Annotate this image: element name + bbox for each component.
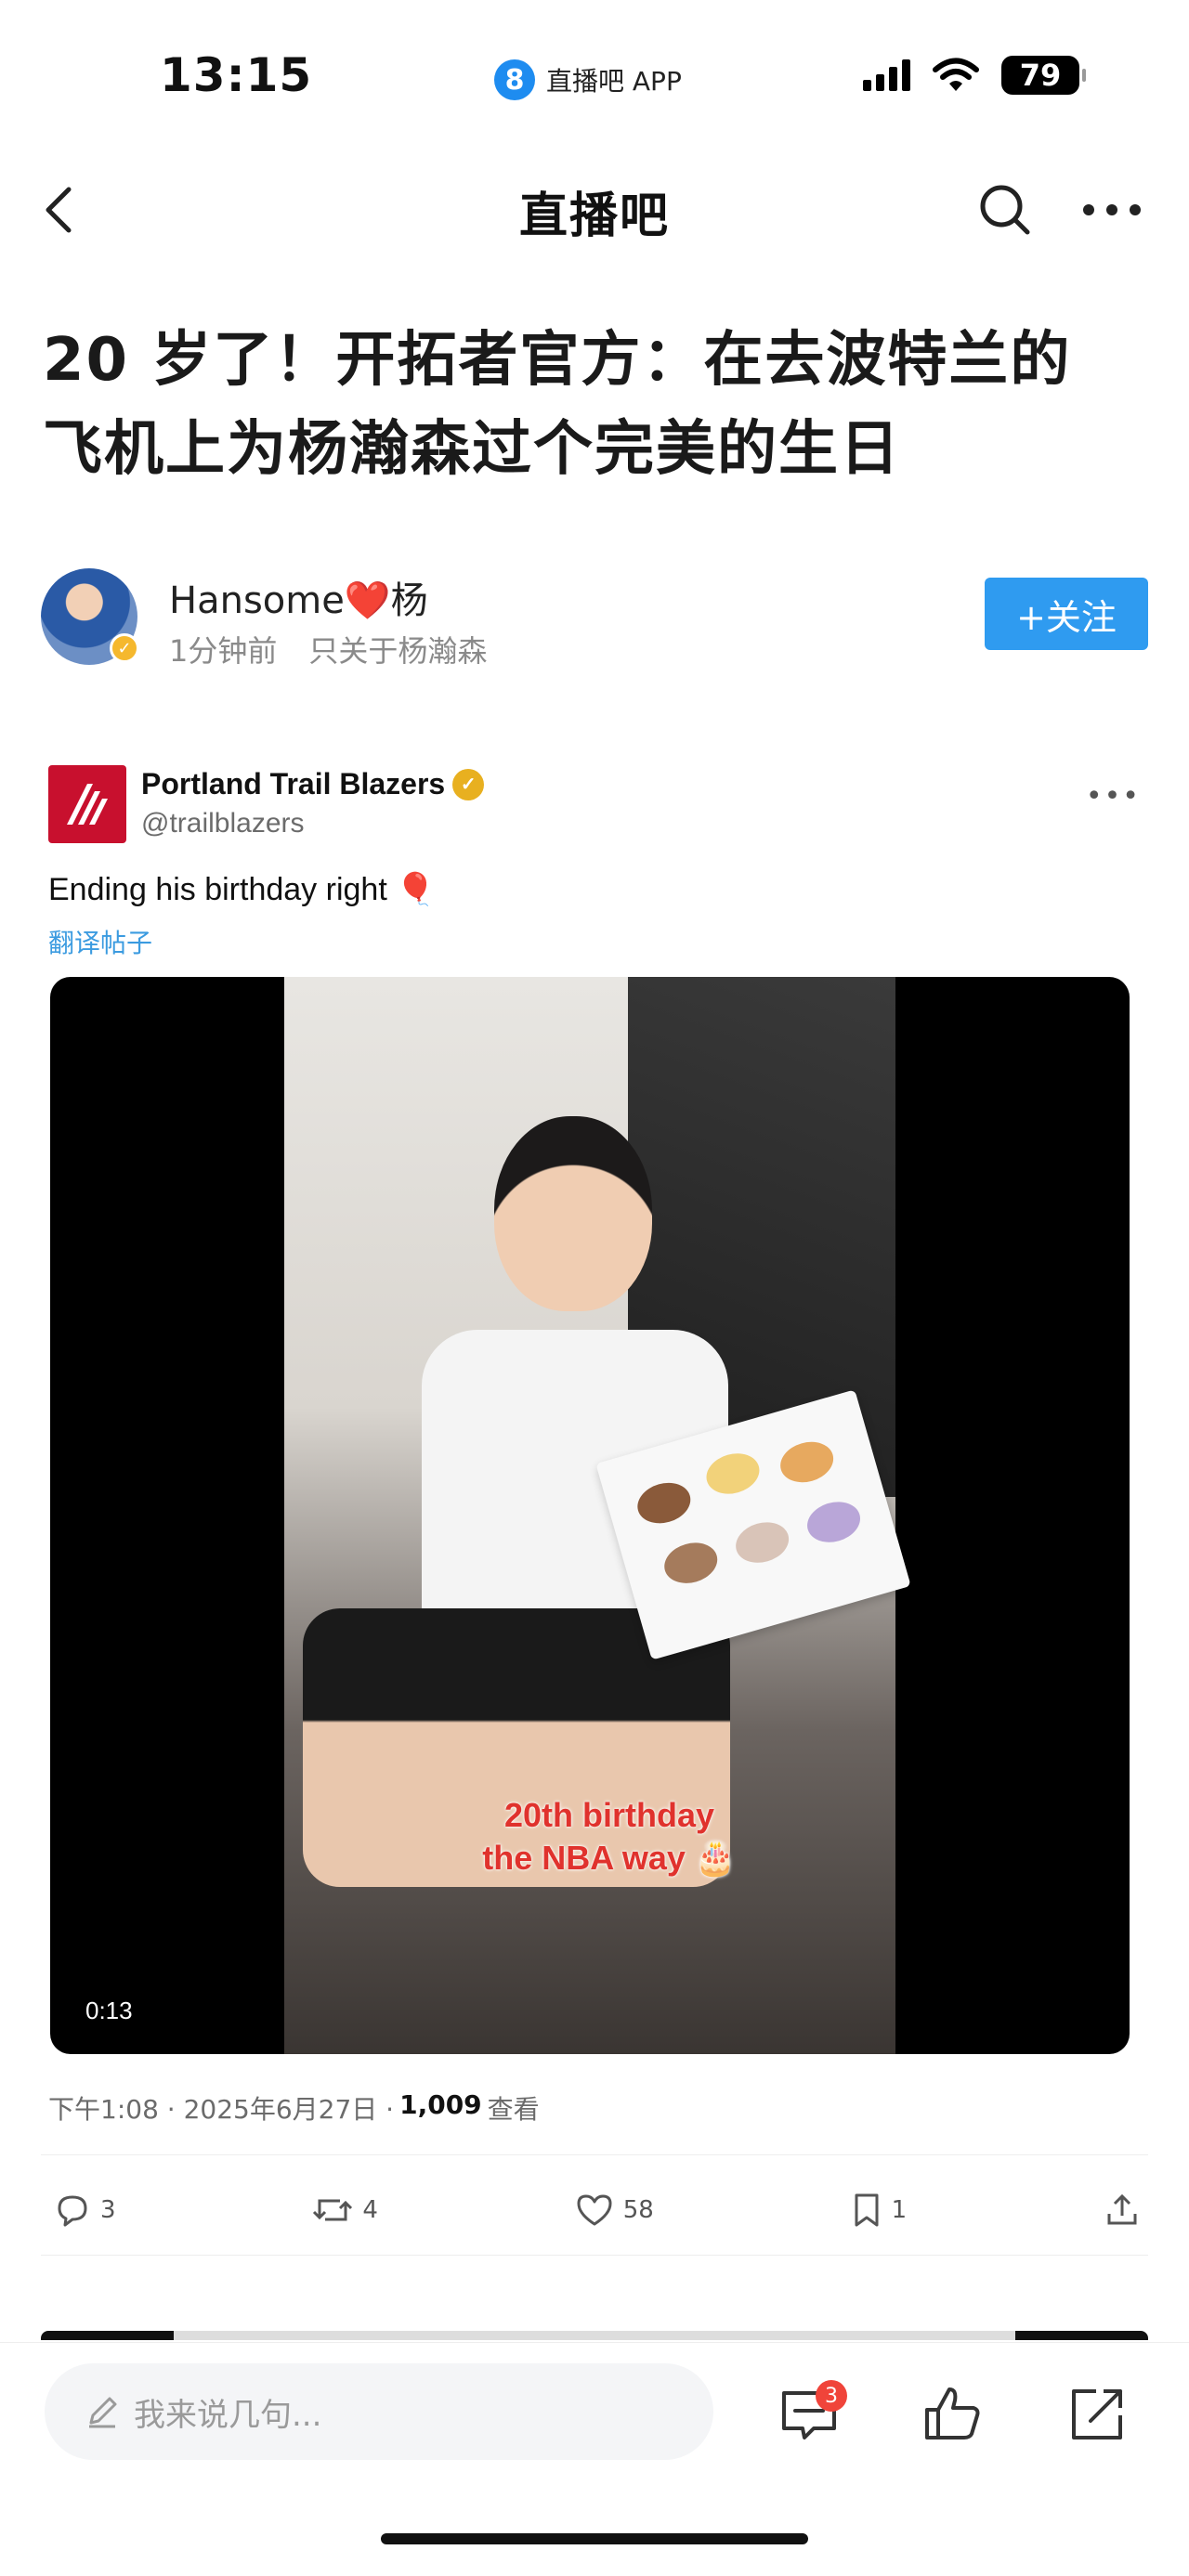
retweet-button[interactable]: 4 bbox=[312, 2192, 378, 2229]
article-title-line1: 20 岁了！开拓者官方：在去波特兰的 bbox=[43, 326, 1072, 395]
tweet-text: Ending his birthday right 🎈 bbox=[48, 872, 436, 907]
tweet-views-label: 查看 bbox=[487, 2094, 540, 2125]
reply-count: 3 bbox=[100, 2196, 116, 2224]
bookmark-button[interactable]: 1 bbox=[851, 2192, 908, 2229]
like-button[interactable]: 58 bbox=[575, 2192, 654, 2229]
signal-icon bbox=[863, 59, 910, 91]
status-app-name: 直播吧 APP bbox=[546, 66, 682, 97]
verified-badge-icon: ✓ bbox=[110, 633, 139, 663]
comment-input[interactable]: 我来说几句... bbox=[45, 2363, 713, 2460]
heart-icon bbox=[577, 2194, 612, 2226]
tweet-views-count: 1,009 bbox=[399, 2089, 482, 2120]
wifi-icon bbox=[933, 58, 979, 91]
translate-link[interactable]: 翻译帖子 bbox=[48, 923, 152, 960]
reply-icon bbox=[58, 2195, 87, 2227]
upload-button[interactable] bbox=[1104, 2192, 1141, 2229]
video-player[interactable]: 20th birthday the NBA way 🎂 0:13 bbox=[50, 977, 1130, 2054]
nav-bar: 直播吧 bbox=[0, 167, 1189, 251]
share-icon[interactable] bbox=[1066, 2384, 1128, 2445]
video-caption: 20th birthday the NBA way 🎂 bbox=[470, 1794, 749, 1880]
tweet-actions: 3 4 58 1 bbox=[54, 2182, 1141, 2238]
battery-indicator: 79 bbox=[1001, 56, 1086, 95]
video-caption-line2: the NBA way 🎂 bbox=[482, 1839, 737, 1877]
video-caption-line1: 20th birthday bbox=[503, 1796, 715, 1834]
article-title-line2: 飞机上为杨瀚森过个完美的生日 bbox=[43, 415, 901, 484]
like-count: 58 bbox=[622, 2196, 654, 2224]
tweet-account-name-text: Portland Trail Blazers bbox=[141, 767, 446, 800]
search-icon[interactable] bbox=[975, 180, 1035, 240]
tweet-handle[interactable]: @trailblazers bbox=[141, 808, 305, 839]
status-time: 13:15 bbox=[160, 48, 313, 102]
retweet-count: 4 bbox=[362, 2196, 378, 2224]
status-app-indicator[interactable]: 8 直播吧 APP bbox=[494, 59, 682, 100]
tweet-timestamp: 下午1:08 · 2025年6月27日 · bbox=[48, 2094, 395, 2125]
comment-count-badge: 3 bbox=[816, 2380, 847, 2412]
author-tagline: 只关于杨瀚森 bbox=[308, 633, 488, 669]
post-time: 1分钟前 bbox=[169, 633, 278, 669]
verified-icon: ✓ bbox=[452, 768, 485, 800]
status-indicators: 79 bbox=[863, 56, 1086, 95]
next-media-preview bbox=[41, 2331, 1148, 2340]
article-title: 20 岁了！开拓者官方：在去波特兰的 飞机上为杨瀚森过个完美的生日 bbox=[43, 316, 1148, 494]
tweet-account-name[interactable]: Portland Trail Blazers ✓ bbox=[141, 767, 485, 801]
avatar[interactable]: ✓ bbox=[41, 568, 139, 665]
author-name[interactable]: Hansome❤️杨 bbox=[169, 570, 428, 624]
person-head bbox=[494, 1116, 652, 1311]
upload-icon bbox=[1107, 2193, 1137, 2225]
author-meta: 1分钟前 只关于杨瀚森 bbox=[169, 628, 487, 670]
app-logo-icon: 8 bbox=[494, 59, 535, 100]
divider bbox=[41, 2255, 1148, 2256]
reply-button[interactable]: 3 bbox=[54, 2192, 116, 2229]
pencil-icon bbox=[89, 2397, 117, 2428]
status-bar: 13:15 8 直播吧 APP 79 bbox=[0, 0, 1189, 158]
author-row: ✓ Hansome❤️杨 1分钟前 只关于杨瀚森 +关注 bbox=[41, 565, 1148, 670]
blazers-logo-icon[interactable] bbox=[48, 765, 126, 843]
tweet-more-icon[interactable]: ••• bbox=[1086, 780, 1141, 813]
video-frame: 20th birthday the NBA way 🎂 bbox=[284, 977, 911, 2054]
comment-placeholder: 我来说几句... bbox=[134, 2396, 322, 2434]
home-indicator[interactable] bbox=[381, 2533, 808, 2544]
thumbs-up-icon[interactable] bbox=[921, 2384, 983, 2445]
bookmark-icon bbox=[855, 2193, 879, 2227]
divider bbox=[41, 2154, 1148, 2155]
tweet-meta: 下午1:08 · 2025年6月27日 · 1,009 查看 bbox=[48, 2089, 540, 2127]
retweet-icon bbox=[313, 2199, 353, 2221]
bookmark-count: 1 bbox=[891, 2196, 908, 2224]
follow-button[interactable]: +关注 bbox=[985, 578, 1148, 650]
video-duration: 0:13 bbox=[85, 1997, 133, 2024]
more-icon[interactable] bbox=[1081, 201, 1143, 219]
